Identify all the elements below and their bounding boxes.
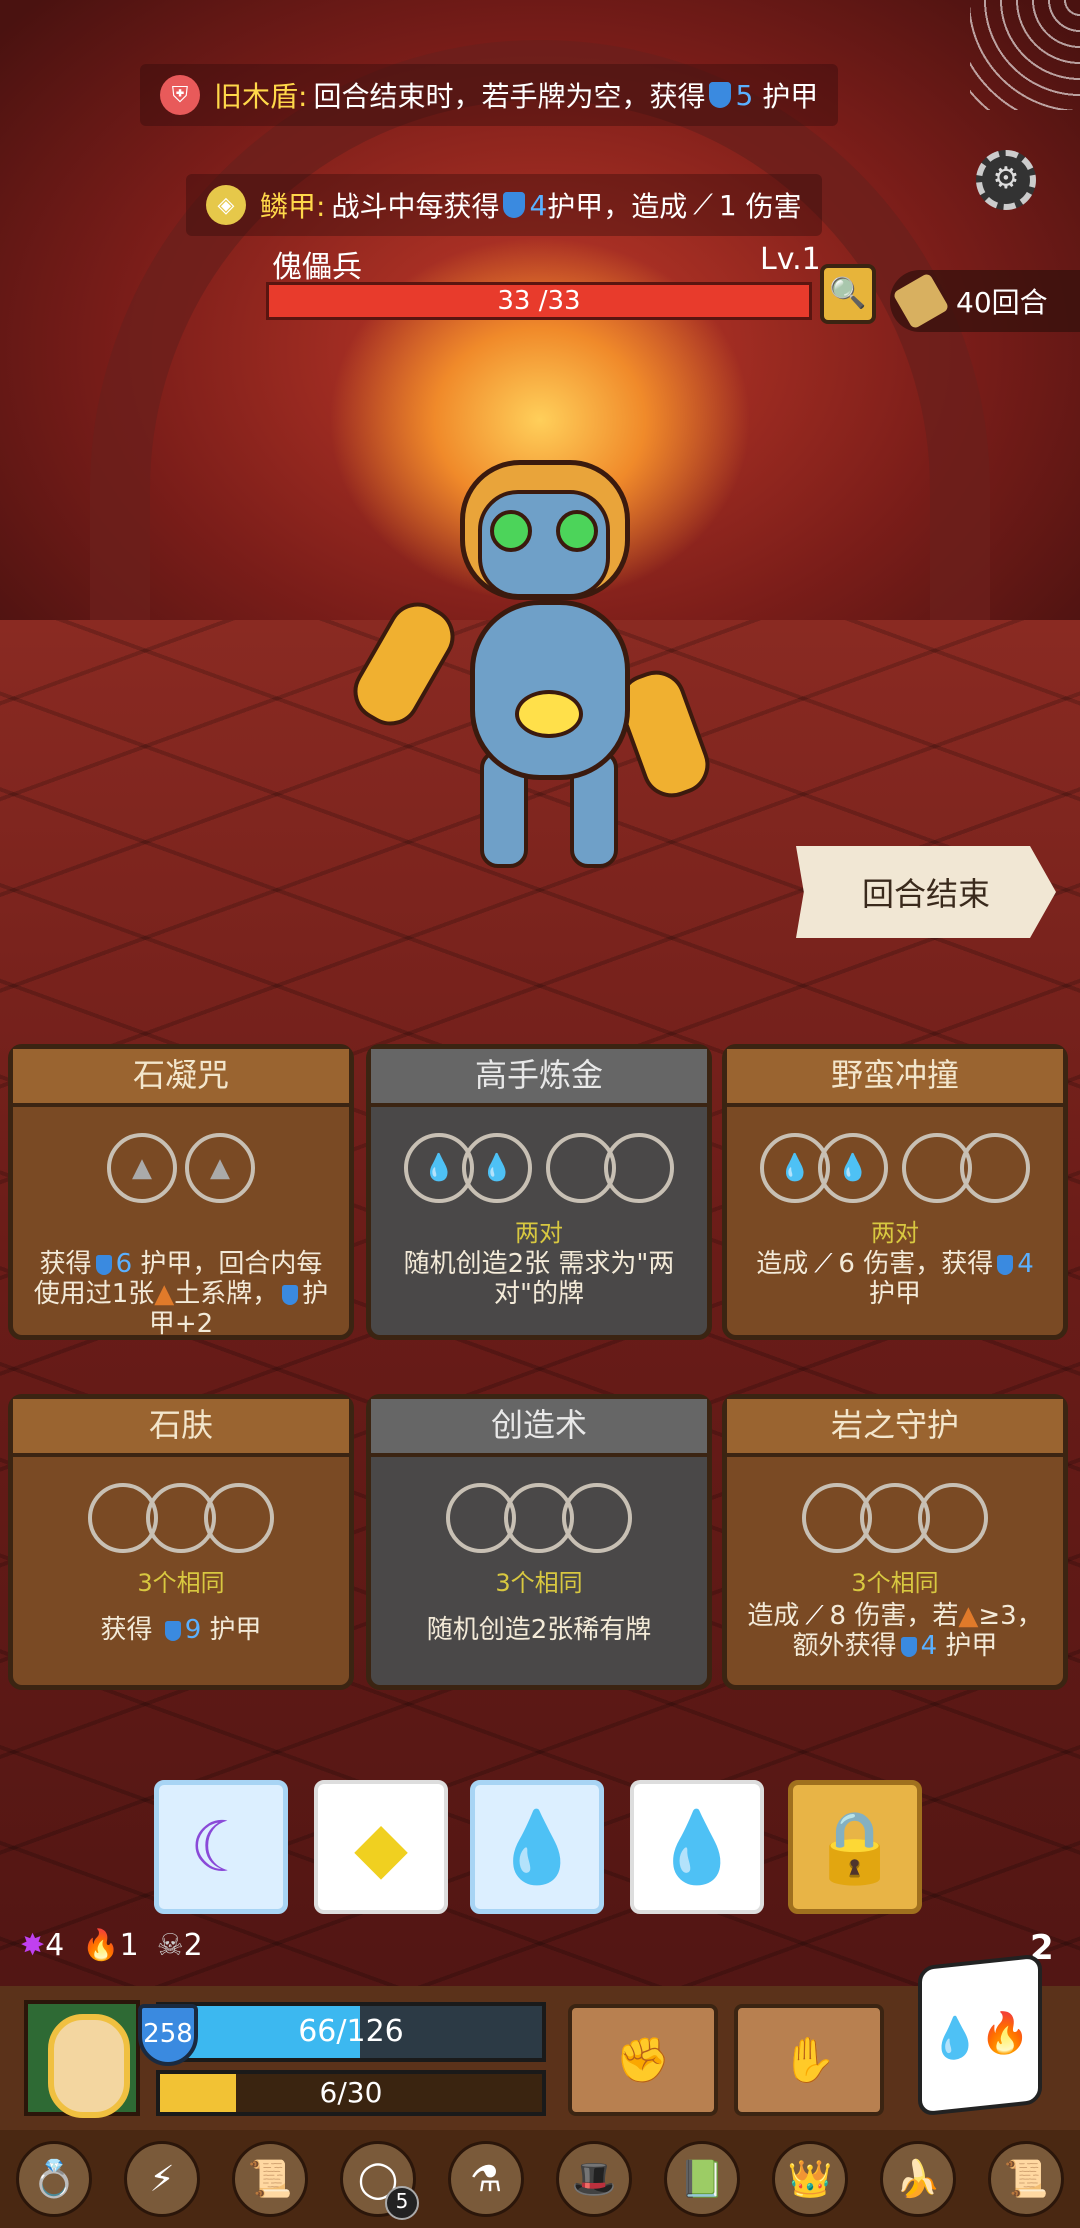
card-creation[interactable]: 创造术 3个相同 随机创造2张稀有牌 [366, 1394, 712, 1690]
card-rock-guard[interactable]: 岩之守护 3个相同 造成 ⟋ 8 伤害，若▲≥3， 额外获得 4 护甲 [722, 1394, 1068, 1690]
card-description: 获得 9 护甲 [100, 1615, 262, 1645]
settings-gear-icon[interactable]: ⚙ [976, 150, 1036, 210]
dice-slots [727, 1483, 1063, 1559]
sword-icon: ⟋ [693, 188, 713, 221]
scroll-icon [892, 272, 950, 330]
turn-counter: 40回合 [890, 270, 1080, 332]
filled-slot[interactable]: 💧 [462, 1133, 532, 1203]
cobweb-icon [970, 0, 1080, 110]
map-scroll-icon[interactable]: 📜 [988, 2141, 1064, 2217]
card-stone-curse[interactable]: 石凝咒 ▲ ▲ 获得 6 护甲，回合内每使用过1张▲土系牌， 护甲+2 [8, 1044, 354, 1340]
player-avatar[interactable] [24, 2000, 140, 2118]
enemy-hp-text: 33 /33 [497, 286, 581, 316]
filled-slot[interactable]: 💧 [818, 1133, 888, 1203]
poison-stat: ✸ 4 [20, 1928, 65, 1963]
wreath-icon[interactable]: ◯ 5 [340, 2141, 419, 2220]
earth-slot[interactable]: ▲ [107, 1133, 177, 1203]
diamond-die[interactable]: ◆ [314, 1780, 448, 1914]
armor-icon [282, 1284, 299, 1305]
armor-badge: 258 [138, 2004, 198, 2066]
armor-icon [997, 1254, 1014, 1275]
end-turn-button[interactable]: 回合结束 [796, 846, 1056, 938]
enemy-name: 傀儡兵 [272, 250, 362, 285]
golem-soldier-enemy[interactable] [342, 450, 718, 870]
skull-stat: ☠ 2 [156, 1928, 203, 1963]
empty-slot[interactable] [604, 1133, 674, 1203]
dice-slots [13, 1483, 349, 1559]
empty-slot[interactable] [960, 1133, 1030, 1203]
dice-slots: 💧 💧 [727, 1133, 1063, 1209]
green-ring-icon[interactable]: 💍 [16, 2141, 92, 2217]
empty-slot[interactable] [562, 1483, 632, 1553]
armor-icon [503, 192, 526, 218]
crown-icon[interactable]: 👑 [772, 2141, 848, 2217]
claw-skill-icon[interactable]: ✋ [734, 2004, 884, 2116]
inspect-icon[interactable]: 🔍 [820, 264, 876, 324]
empty-slot[interactable] [204, 1483, 274, 1553]
lightning-coin-icon[interactable]: ⚡ [124, 2141, 200, 2217]
moon-die[interactable]: ☾ [154, 1780, 288, 1914]
scroll-icon[interactable]: 📜 [232, 2141, 308, 2217]
dice-slots: ▲ ▲ [13, 1133, 349, 1209]
locked-slot-lock-icon[interactable]: 🔒 [788, 1780, 922, 1914]
dice-slots: 💧 💧 [371, 1133, 707, 1209]
earth-slot[interactable]: ▲ [185, 1133, 255, 1203]
fire-icon: 🔥 [82, 1928, 120, 1963]
card-description: 造成 ⟋ 8 伤害，若▲≥3， 额外获得 4 护甲 [747, 1601, 1043, 1661]
status-effects: ✸ 4 🔥 1 ☠ 2 [20, 1928, 203, 1963]
magic-hat-icon[interactable]: 🎩 [556, 2141, 632, 2217]
armor-icon [900, 1636, 917, 1657]
water-die[interactable]: 💧 [630, 1780, 764, 1914]
spellbook-icon[interactable]: 📗 [664, 2141, 740, 2217]
fire-stat: 🔥 1 [82, 1928, 139, 1963]
card-stone-skin[interactable]: 石肤 3个相同 获得 9 护甲 [8, 1394, 354, 1690]
scale-armor-icon: ◈ [206, 185, 246, 225]
player-hp-bar: 66/126 [156, 2002, 546, 2062]
armor-icon [95, 1254, 112, 1275]
potion-jar-icon[interactable]: ⚗ [448, 2141, 524, 2217]
water-die[interactable]: 💧 [470, 1780, 604, 1914]
dice-slots [371, 1483, 707, 1559]
enemy-eye [490, 510, 532, 552]
wood-shield-icon: ⛨ [160, 75, 200, 115]
buff-scale-armor[interactable]: ◈ 鳞甲: 战斗中每获得 4 护甲，造成 ⟋ 1 伤害 [186, 174, 822, 236]
eye-core [515, 690, 583, 738]
spiked-fist-skill-icon[interactable]: ✊ [568, 2004, 718, 2116]
empty-slot[interactable] [918, 1483, 988, 1553]
card-description: 获得 6 护甲，回合内每使用过1张▲土系牌， 护甲+2 [33, 1249, 329, 1339]
armor-icon [164, 1620, 181, 1641]
relic-bar: 💍 ⚡ 📜 ◯ 5 ⚗ 🎩 📗 👑 🍌 📜 [0, 2130, 1080, 2228]
card-savage-charge[interactable]: 野蛮冲撞 💧 💧 两对 造成 ⟋ 6 伤害，获得 4 护甲 [722, 1044, 1068, 1340]
armor-icon [709, 82, 732, 108]
player-xp-bar: 6/30 [156, 2070, 546, 2116]
buff-old-wood-shield[interactable]: ⛨ 旧木盾: 回合结束时，若手牌为空，获得 5 护甲 [140, 64, 839, 126]
card-description: 造成 ⟋ 6 伤害，获得 4 护甲 [756, 1249, 1034, 1309]
banana-icon[interactable]: 🍌 [880, 2141, 956, 2217]
skull-icon: ☠ [156, 1928, 184, 1963]
card-master-alchemy[interactable]: 高手炼金 💧 💧 两对 随机创造2张 需求为"两对"的牌 [366, 1044, 712, 1340]
enemy-arm [342, 591, 466, 737]
splat-icon: ✸ [20, 1928, 46, 1963]
elemental-die-icon[interactable]: 💧 🔥 [918, 1953, 1042, 2117]
enemy-level: Lv.1 [760, 242, 821, 277]
enemy-eye [556, 510, 598, 552]
